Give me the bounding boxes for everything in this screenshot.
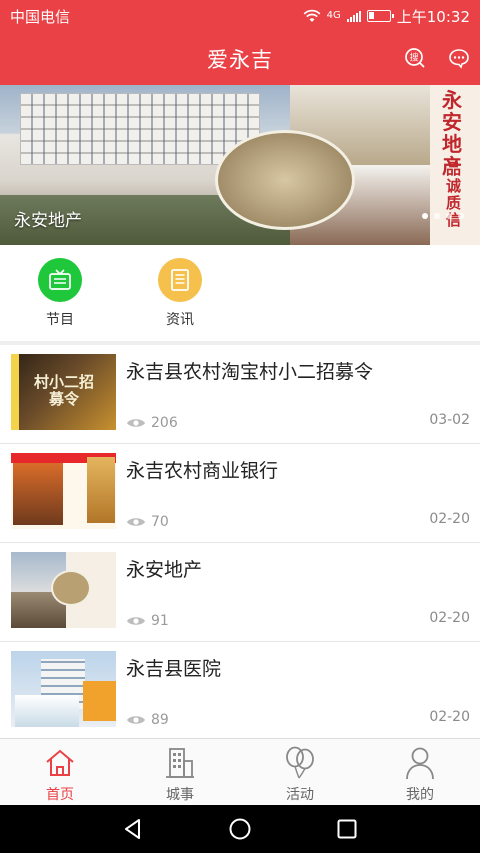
network-type: 4G	[326, 10, 341, 21]
list-item[interactable]: 永安地产 91 02-20	[0, 543, 480, 642]
tab-label: 首页	[46, 787, 74, 803]
quick-nav: 节目 资讯	[0, 245, 480, 341]
news-date: 03-02	[429, 412, 470, 428]
view-count-value: 89	[151, 712, 169, 728]
quick-nav-label: 资讯	[166, 312, 194, 328]
tab-me[interactable]: 我的	[360, 745, 480, 804]
news-title: 永安地产	[126, 559, 203, 581]
view-count-value: 206	[151, 415, 178, 431]
view-count: 91	[126, 613, 169, 629]
tab-label: 我的	[406, 787, 434, 803]
banner-caption: 永安地产	[14, 211, 82, 231]
system-nav-bar	[0, 805, 480, 853]
news-date: 02-20	[429, 511, 470, 527]
eye-icon	[127, 716, 145, 724]
news-list: 村小二招募令 永吉县农村淘宝村小二招募令 206 03-02 永吉农村商业银行 …	[0, 345, 480, 741]
tab-label: 城事	[166, 787, 194, 803]
banner-carousel[interactable]: 永安地产 品诚质信 永安地产	[0, 85, 480, 245]
search-icon[interactable]: 搜	[404, 47, 426, 69]
view-count: 89	[126, 712, 169, 728]
eye-icon	[127, 419, 145, 427]
tab-home[interactable]: 首页	[0, 745, 120, 804]
eye-icon	[127, 617, 145, 625]
carousel-dot[interactable]	[422, 213, 428, 219]
app-header: 爱永吉 搜	[0, 32, 480, 85]
news-date: 02-20	[429, 610, 470, 626]
carousel-dot[interactable]	[458, 213, 464, 219]
balloon-icon	[286, 746, 314, 779]
news-thumbnail	[11, 552, 116, 628]
tv-icon	[38, 258, 82, 302]
eye-icon	[127, 518, 145, 526]
list-item[interactable]: 村小二招募令 永吉县农村淘宝村小二招募令 206 03-02	[0, 345, 480, 444]
quick-nav-programs[interactable]: 节目	[20, 258, 100, 329]
tab-label: 活动	[286, 787, 314, 803]
list-item[interactable]: 永吉县医院 89 02-20	[0, 642, 480, 741]
view-count-value: 70	[151, 514, 169, 530]
news-thumbnail	[11, 651, 116, 727]
person-icon	[406, 747, 434, 780]
svg-text:搜: 搜	[409, 52, 418, 64]
bottom-tab-bar: 首页 城事 活动 我的	[0, 738, 480, 805]
list-item[interactable]: 永吉农村商业银行 70 02-20	[0, 444, 480, 543]
news-thumbnail: 村小二招募令	[11, 354, 116, 430]
battery-icon	[366, 10, 394, 22]
banner-sign: 永安地产 品诚质信	[430, 85, 480, 245]
carousel-dot[interactable]	[434, 213, 440, 219]
quick-nav-news[interactable]: 资讯	[140, 258, 220, 329]
tab-city[interactable]: 城事	[120, 745, 240, 804]
carousel-dots[interactable]	[422, 213, 464, 219]
back-icon[interactable]	[121, 817, 145, 841]
building-icon	[166, 748, 194, 778]
tab-activities[interactable]: 活动	[240, 745, 360, 804]
recents-icon[interactable]	[335, 817, 359, 841]
news-title: 永吉农村商业银行	[126, 460, 279, 482]
view-count-value: 91	[151, 613, 169, 629]
status-indicators: 4G 上午10:32	[303, 6, 470, 27]
news-title: 永吉县医院	[126, 658, 222, 680]
news-thumbnail	[11, 453, 116, 529]
home-icon	[46, 749, 74, 776]
message-icon[interactable]	[448, 47, 470, 69]
clock: 上午10:32	[396, 7, 470, 26]
carrier-name: 中国电信	[10, 7, 71, 26]
news-icon	[158, 258, 202, 302]
wifi-icon	[303, 9, 321, 22]
news-title: 永吉县农村淘宝村小二招募令	[126, 361, 374, 383]
banner-photo-oval	[215, 130, 355, 230]
signal-icon	[346, 10, 361, 22]
news-date: 02-20	[429, 709, 470, 725]
thumbnail-text: 村小二招募令	[33, 373, 94, 408]
home-circle-icon[interactable]	[228, 817, 252, 841]
view-count: 70	[126, 514, 169, 530]
carousel-dot[interactable]	[446, 213, 452, 219]
status-bar: 中国电信 4G 上午10:32	[0, 0, 480, 32]
view-count: 206	[126, 415, 178, 431]
quick-nav-label: 节目	[46, 312, 74, 328]
